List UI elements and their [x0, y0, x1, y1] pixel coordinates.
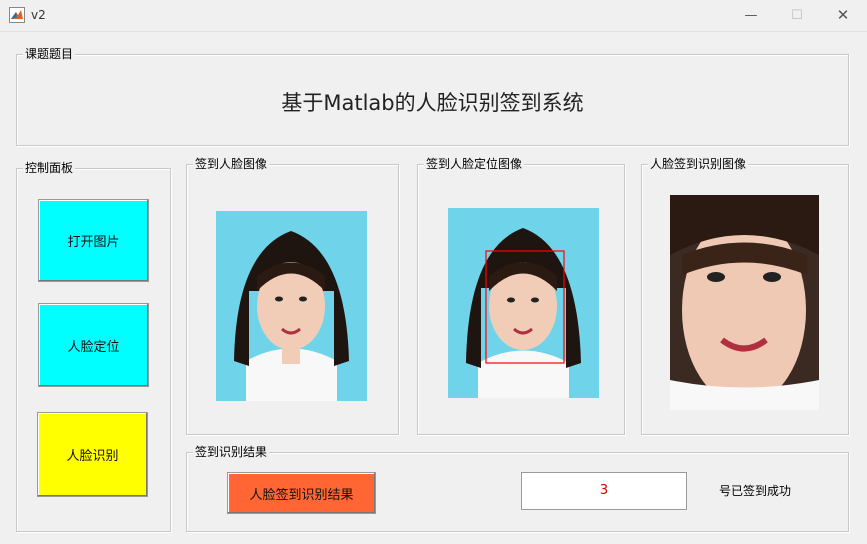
checkin-face-image: [216, 211, 367, 401]
checkin-face-image-label: 签到人脸图像: [193, 156, 270, 172]
topic-panel-label: 课题题目: [23, 46, 76, 62]
face-recognition-image: [670, 195, 819, 410]
face-checkin-result-button[interactable]: 人脸签到识别结果: [227, 472, 376, 514]
window-titlebar: v2 — ☐ ✕: [0, 0, 867, 32]
minimize-button[interactable]: —: [728, 0, 774, 31]
close-button[interactable]: ✕: [820, 0, 866, 31]
open-image-button[interactable]: 打开图片: [38, 199, 149, 282]
face-recognize-button[interactable]: 人脸识别: [37, 412, 148, 497]
checkin-face-location-image-label: 签到人脸定位图像: [424, 156, 525, 172]
checkin-result-label: 签到识别结果: [193, 444, 270, 460]
checkin-status-text: 号已签到成功: [719, 484, 792, 498]
control-panel-label: 控制面板: [23, 160, 76, 176]
face-locate-button[interactable]: 人脸定位: [38, 303, 149, 387]
matlab-app-icon: [9, 7, 25, 23]
face-recognition-image-label: 人脸签到识别图像: [648, 156, 749, 172]
maximize-button[interactable]: ☐: [774, 0, 820, 31]
system-title: 基于Matlab的人脸识别签到系统: [281, 91, 584, 115]
result-number-field[interactable]: 3: [521, 472, 687, 510]
window-title: v2: [31, 8, 46, 22]
topic-panel: 课题题目 基于Matlab的人脸识别签到系统: [16, 46, 849, 146]
checkin-face-location-image: [448, 208, 599, 398]
